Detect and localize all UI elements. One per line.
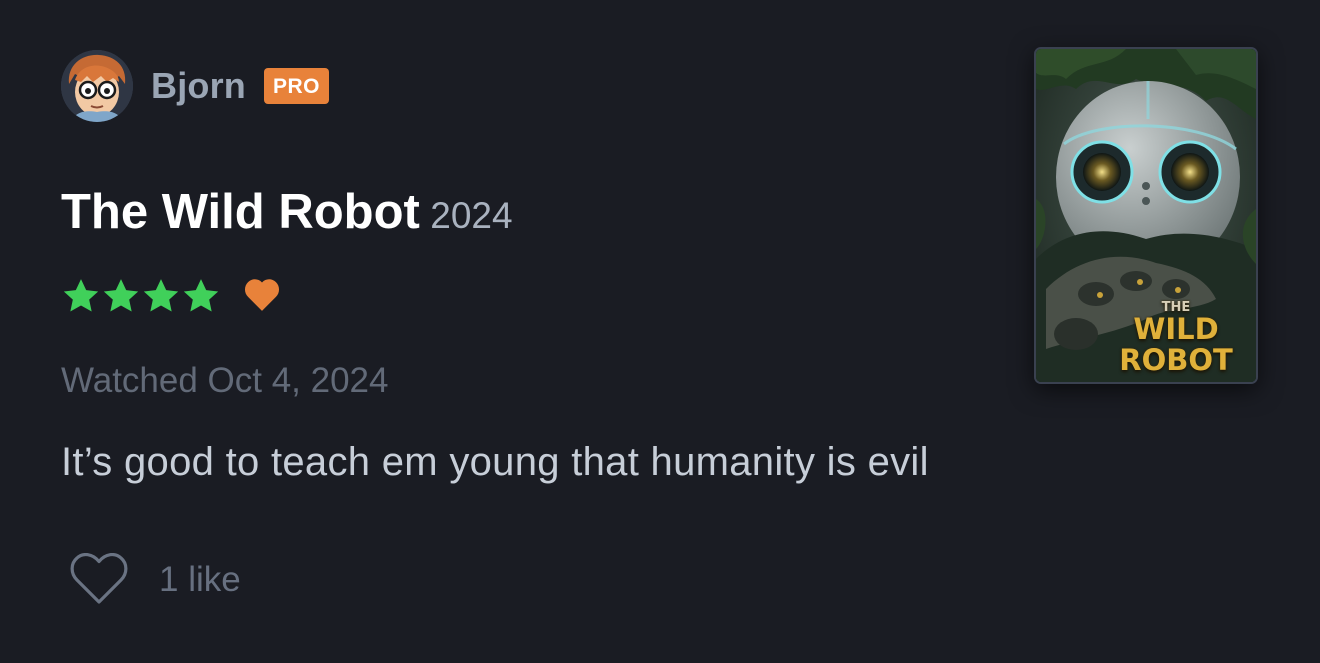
watched-date: Watched Oct 4, 2024 <box>61 361 389 400</box>
user-avatar[interactable] <box>61 50 133 122</box>
film-poster[interactable]: THE WILD ROBOT <box>1034 47 1258 384</box>
poster-title-line-3: ROBOT <box>1119 343 1233 377</box>
film-title[interactable]: The Wild Robot <box>61 185 420 239</box>
review-author[interactable]: Bjorn PRO <box>61 49 330 123</box>
star-rating <box>61 276 221 314</box>
like-count[interactable]: 1 like <box>159 560 241 600</box>
review-text: It’s good to teach em young that humanit… <box>61 440 929 484</box>
review-card: Bjorn PRO The Wild Robot 2024 Watched Oc… <box>0 0 1320 663</box>
rating-row <box>61 275 281 315</box>
likes-row: 1 like <box>68 553 241 607</box>
like-heart-outline-icon[interactable] <box>68 553 130 607</box>
liked-heart-icon <box>243 277 281 313</box>
poster-title-line-2: WILD <box>1133 312 1219 346</box>
star-icon <box>61 276 101 314</box>
pro-badge: PRO <box>264 68 330 104</box>
film-year[interactable]: 2024 <box>430 195 512 236</box>
username[interactable]: Bjorn <box>151 65 246 107</box>
star-icon <box>101 276 141 314</box>
avatar-face-icon <box>61 50 133 122</box>
star-icon <box>181 276 221 314</box>
film-heading: The Wild Robot 2024 <box>61 184 513 240</box>
star-icon <box>141 276 181 314</box>
